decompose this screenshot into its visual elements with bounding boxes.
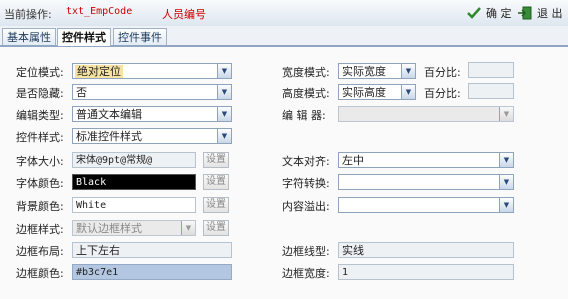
font-color-set-button[interactable]: 设置 <box>203 174 229 190</box>
border-width-label: 边框宽度: <box>282 267 330 280</box>
border-color-label: 边框颜色: <box>16 267 64 280</box>
font-size-value: 宋体@9pt@常规@ <box>76 155 153 166</box>
width-mode-value: 实际宽度 <box>342 65 386 78</box>
char-convert-select[interactable]: ▼ <box>338 174 514 190</box>
bg-color-set-button[interactable]: 设置 <box>203 197 229 213</box>
text-align-select[interactable]: 左中 ▼ <box>338 152 514 168</box>
edit-type-select[interactable]: 普通文本编辑 ▼ <box>72 106 232 122</box>
control-style-select[interactable]: 标准控件样式 ▼ <box>72 128 232 144</box>
tab-strip: 基本属性 控件样式 控件事件 <box>0 26 568 47</box>
style-panel: 定位模式: 绝对定位 ▼ 是否隐藏: 否 ▼ 编辑类型: 普通文本编辑 ▼ 控件… <box>0 47 568 299</box>
chevron-down-icon: ▼ <box>499 107 513 121</box>
width-mode-select[interactable]: 实际宽度 ▼ <box>338 63 416 79</box>
border-style-value: 默认边框样式 <box>76 222 142 235</box>
tab-control-events[interactable]: 控件事件 <box>113 28 167 45</box>
border-color-value: #b3c7e1 <box>76 267 119 278</box>
chevron-down-icon: ▼ <box>401 64 415 78</box>
tab-basic-properties[interactable]: 基本属性 <box>2 28 56 45</box>
chevron-down-icon: ▼ <box>499 198 513 212</box>
is-hidden-value: 否 <box>76 86 87 99</box>
height-mode-label: 高度模式: <box>282 87 330 100</box>
chevron-down-icon: ▼ <box>217 107 231 121</box>
chevron-down-icon: ▼ <box>401 85 415 99</box>
is-hidden-select[interactable]: 否 ▼ <box>72 84 232 100</box>
chevron-down-icon: ▼ <box>499 153 513 167</box>
exit-door-icon <box>518 6 532 20</box>
editor-select[interactable]: ▼ <box>338 106 514 122</box>
control-style-value: 标准控件样式 <box>76 130 142 143</box>
chevron-down-icon: ▼ <box>217 129 231 143</box>
border-color-field[interactable]: #b3c7e1 <box>72 264 232 280</box>
is-hidden-label: 是否隐藏: <box>16 87 64 100</box>
border-layout-value: 上下左右 <box>76 244 120 257</box>
tab-control-style[interactable]: 控件样式 <box>57 28 111 46</box>
checkmark-icon <box>467 7 481 19</box>
border-line-label: 边框线型: <box>282 245 330 258</box>
chevron-down-icon: ▼ <box>499 175 513 189</box>
bg-color-value: White <box>76 200 107 211</box>
font-color-value: Black <box>76 177 107 188</box>
border-style-label: 边框样式: <box>16 223 64 236</box>
bg-color-field[interactable]: White <box>72 197 196 213</box>
edit-type-value: 普通文本编辑 <box>76 108 142 121</box>
height-percent-label: 百分比: <box>424 87 461 100</box>
control-style-label: 控件样式: <box>16 131 64 144</box>
control-name: 人员编号 <box>162 8 206 21</box>
width-percent-field[interactable] <box>468 62 514 78</box>
text-align-value: 左中 <box>342 154 364 167</box>
border-line-field[interactable]: 实线 <box>338 242 514 258</box>
border-line-value: 实线 <box>342 244 364 257</box>
chevron-down-icon: ▼ <box>217 64 231 78</box>
font-color-label: 字体颜色: <box>16 177 64 190</box>
border-layout-field[interactable]: 上下左右 <box>72 242 232 258</box>
position-mode-select[interactable]: 绝对定位 ▼ <box>72 63 232 79</box>
border-style-set-button[interactable]: 设置 <box>203 220 229 236</box>
font-size-set-button[interactable]: 设置 <box>203 152 229 168</box>
current-operation-label: 当前操作: <box>4 8 52 21</box>
font-size-label: 字体大小: <box>16 155 64 168</box>
font-color-field[interactable]: Black <box>72 174 196 190</box>
edit-type-label: 编辑类型: <box>16 109 64 122</box>
control-code: txt_EmpCode <box>66 6 133 17</box>
width-percent-label: 百分比: <box>424 66 461 79</box>
ok-button[interactable]: 确 定 <box>466 4 512 22</box>
height-mode-select[interactable]: 实际高度 ▼ <box>338 84 416 100</box>
border-width-field[interactable]: 1 <box>338 264 514 280</box>
border-width-value: 1 <box>342 267 349 278</box>
width-mode-label: 宽度模式: <box>282 66 330 79</box>
height-percent-field[interactable] <box>468 83 514 99</box>
position-mode-value: 绝对定位 <box>75 65 123 78</box>
overflow-select[interactable]: ▼ <box>338 197 514 213</box>
font-size-field[interactable]: 宋体@9pt@常规@ <box>72 152 196 168</box>
height-mode-value: 实际高度 <box>342 86 386 99</box>
position-mode-label: 定位模式: <box>16 66 64 79</box>
bg-color-label: 背景颜色: <box>16 200 64 213</box>
chevron-down-icon: ▼ <box>181 221 195 235</box>
char-convert-label: 字符转换: <box>282 177 330 190</box>
border-layout-label: 边框布局: <box>16 245 64 258</box>
ok-button-label: 确 定 <box>486 7 512 20</box>
chevron-down-icon: ▼ <box>217 85 231 99</box>
text-align-label: 文本对齐: <box>282 155 330 168</box>
overflow-label: 内容溢出: <box>282 200 330 213</box>
border-style-select[interactable]: 默认边框样式 ▼ <box>72 220 196 236</box>
exit-button-label: 退 出 <box>537 7 563 20</box>
editor-label: 编 辑 器: <box>282 109 326 122</box>
top-bar: 当前操作: txt_EmpCode 人员编号 确 定 退 出 <box>0 0 568 27</box>
exit-button[interactable]: 退 出 <box>517 4 563 22</box>
